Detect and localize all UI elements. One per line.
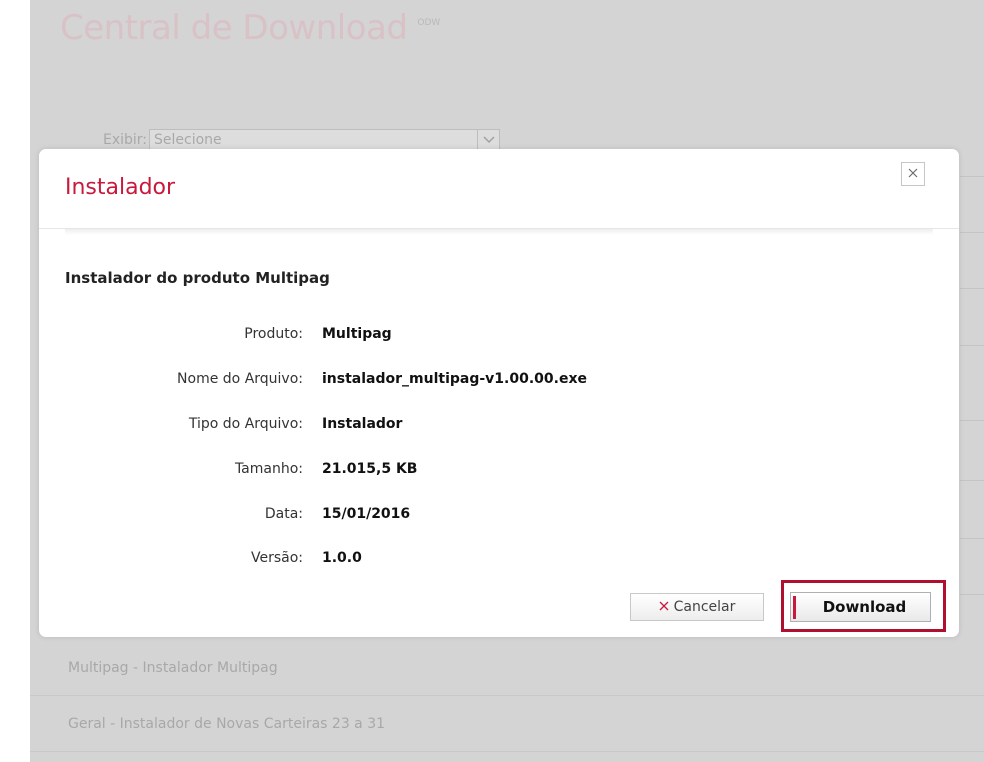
divider [960,480,984,481]
divider [960,538,984,539]
close-icon [908,166,918,182]
info-label: Tamanho: [234,461,303,477]
info-row-nome-arquivo: Nome do Arquivo: instalador_multipag-v1.… [39,371,959,393]
installer-dialog: Instalador Instalador do produto Multipa… [39,149,959,637]
info-row-tamanho: Tamanho: 21.015,5 KB [39,461,959,483]
info-value: 21.015,5 KB [322,461,418,477]
dialog-header: Instalador [39,149,959,229]
page-title: Central de Download ODW [60,8,440,48]
divider [960,594,984,595]
header-shadow [65,229,933,235]
divider [960,232,984,233]
info-value: Instalador [322,416,403,432]
download-list: Multipag - Instalador Multipag Geral - I… [30,640,984,752]
chevron-down-icon [477,130,499,150]
list-item[interactable]: Geral - Instalador de Novas Carteiras 23… [30,696,984,752]
download-button[interactable]: Download [790,592,931,622]
divider [960,176,984,177]
info-row-versao: Versão: 1.0.0 [39,550,959,572]
info-row-data: Data: 15/01/2016 [39,506,959,528]
list-item-label: Geral - Instalador de Novas Carteiras 23… [68,715,386,732]
info-value: 15/01/2016 [322,506,411,522]
divider [960,420,984,421]
cancel-button[interactable]: Cancelar [630,593,764,621]
info-label: Versão: [250,550,303,566]
page-left-margin [0,0,30,762]
cancel-button-label: Cancelar [673,599,736,615]
filter-select-value: Selecione [154,132,222,148]
info-row-produto: Produto: Multipag [39,326,959,348]
info-label: Tipo do Arquivo: [188,416,303,432]
filter-select[interactable]: Selecione [149,129,501,151]
list-item[interactable]: Multipag - Instalador Multipag [30,640,984,696]
dialog-title: Instalador [65,175,176,200]
info-value: 1.0.0 [322,550,362,566]
info-value: instalador_multipag-v1.00.00.exe [322,371,587,387]
info-label: Nome do Arquivo: [177,371,303,387]
info-row-tipo-arquivo: Tipo do Arquivo: Instalador [39,416,959,438]
list-item-label: Multipag - Instalador Multipag [68,659,278,676]
filter-row: Exibir: Selecione [103,129,501,151]
filter-label: Exibir: [103,132,148,148]
dialog-subtitle: Instalador do produto Multipag [65,269,330,287]
divider [960,345,984,346]
info-label: Data: [264,506,303,522]
info-value: Multipag [322,326,392,342]
close-icon [659,599,669,615]
divider [960,288,984,289]
download-button-label: Download [822,598,907,616]
page-title-text: Central de Download [60,8,408,48]
info-label: Produto: [244,326,303,342]
close-button[interactable] [901,162,925,186]
page-title-sup: ODW [417,18,441,28]
button-accent-bar [793,596,796,619]
